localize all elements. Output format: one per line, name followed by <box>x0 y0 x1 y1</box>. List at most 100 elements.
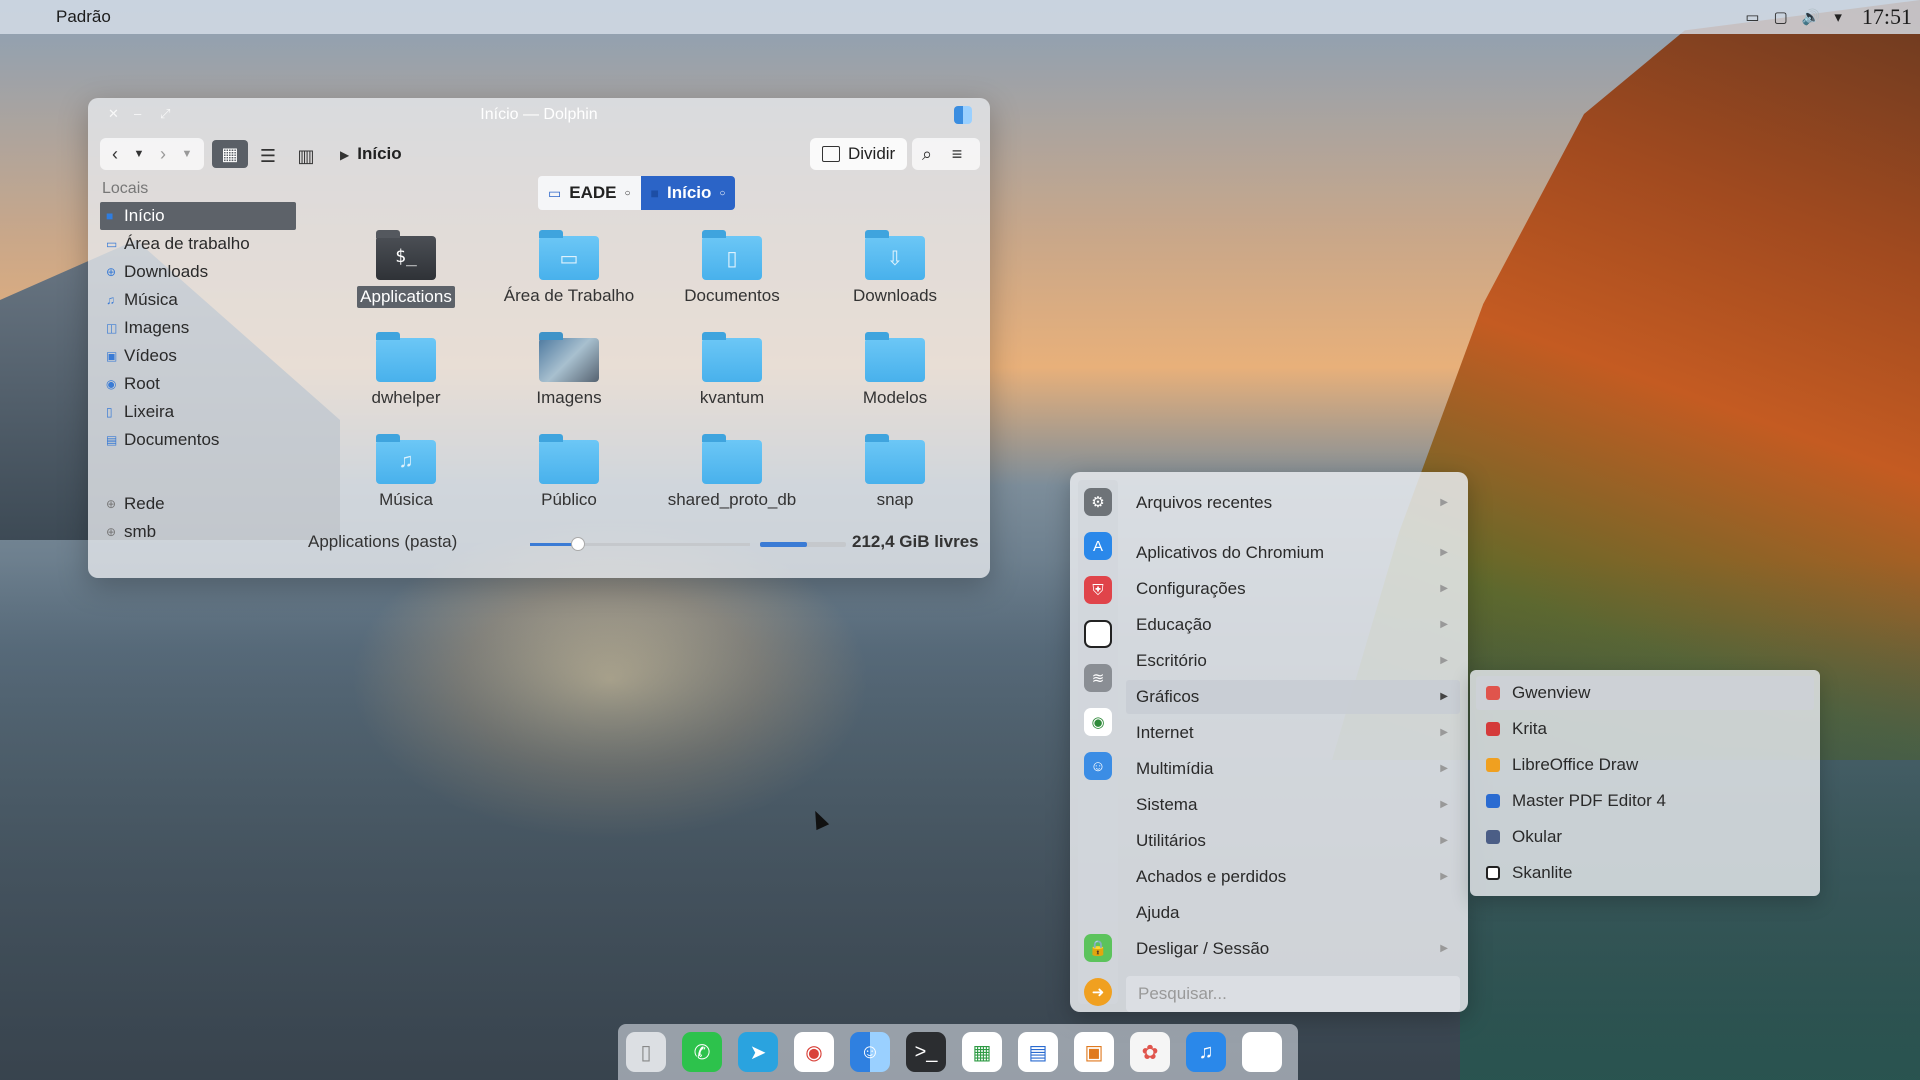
back-history-chevron-icon[interactable]: ▼ <box>130 138 148 170</box>
trash-icon[interactable]: ▯ <box>626 1032 666 1072</box>
breadcrumb[interactable]: ▶ Início <box>340 138 402 170</box>
menu-search-input[interactable]: Pesquisar... <box>1126 976 1460 1012</box>
terminal-folder-icon: $_ <box>376 230 436 280</box>
chevron-right-icon: ▶ <box>1440 655 1448 666</box>
tab-eade[interactable]: ▭ EADE ○ <box>538 176 641 210</box>
desktop-folder-icon: ▭ <box>539 230 599 280</box>
volume-icon[interactable]: 🔊 <box>1802 8 1821 26</box>
writer-icon[interactable]: ▤ <box>1018 1032 1058 1072</box>
file-item-downloads[interactable]: ⇩ Downloads <box>815 226 975 322</box>
breadcrumb-current[interactable]: Início <box>357 144 401 163</box>
menu-item-ajuda[interactable]: Ajuda <box>1126 896 1460 930</box>
sidebar-item-documentos[interactable]: ▤ Documentos <box>100 426 300 454</box>
file-item-dwhelper[interactable]: dwhelper <box>326 328 486 424</box>
sidebar-item-videos[interactable]: ▣ Vídeos <box>100 342 300 370</box>
submenu-item-gwenview[interactable]: Gwenview <box>1476 676 1814 710</box>
finder-icon[interactable]: ☺ <box>850 1032 890 1072</box>
submenu-item-skanlite[interactable]: Skanlite <box>1476 856 1814 890</box>
menu-item-internet[interactable]: Internet ▶ <box>1126 716 1460 750</box>
sidebar-item-imagens[interactable]: ◫ Imagens <box>100 314 300 342</box>
sidebar-item-rede[interactable]: ⊕ Rede <box>100 490 300 518</box>
tab-inicio[interactable]: ■ Início ○ <box>640 176 736 210</box>
document-icon: ▤ <box>106 433 118 447</box>
places-panel: Locais ■ Início ▭ Área de trabalho ⊕ Downlo… <box>100 180 300 546</box>
menu-item-educacao[interactable]: Educação ▶ <box>1126 608 1460 642</box>
arrow-right-icon[interactable]: ➜ <box>1084 978 1112 1006</box>
battery-icon[interactable]: ▭ <box>1745 8 1759 26</box>
split-button[interactable]: Dividir <box>810 138 908 170</box>
active-app-name[interactable]: Padrão <box>56 7 111 27</box>
waveform-icon[interactable]: ≋ <box>1084 664 1112 692</box>
icons-view-icon[interactable]: ▦ <box>212 140 248 168</box>
menu-toggle-icon[interactable]: ≡ <box>942 138 972 170</box>
settings-icon[interactable]: ⚙ <box>1084 488 1112 516</box>
telegram-icon[interactable]: ➤ <box>738 1032 778 1072</box>
music-icon[interactable]: ♫ <box>1186 1032 1226 1072</box>
menu-item-desligar-sessao[interactable]: Desligar / Sessão ▶ <box>1126 932 1460 966</box>
chevron-down-icon[interactable]: ▾ <box>1834 8 1842 26</box>
file-item-documentos[interactable]: ▯ Documentos <box>652 226 812 322</box>
chrome-icon[interactable]: ◉ <box>794 1032 834 1072</box>
back-icon[interactable]: ‹ <box>100 138 130 170</box>
file-item-applications[interactable]: $_ Applications <box>326 226 486 322</box>
submenu-item-master-pdf-editor[interactable]: Master PDF Editor 4 <box>1476 784 1814 818</box>
menu-item-sistema[interactable]: Sistema ▶ <box>1126 788 1460 822</box>
file-item-kvantum[interactable]: kvantum <box>652 328 812 424</box>
shield-icon[interactable]: ⛨ <box>1084 576 1112 604</box>
tab-close-icon[interactable]: ○ <box>624 188 630 199</box>
spreadsheet-icon[interactable]: ▦ <box>962 1032 1002 1072</box>
free-space-bar[interactable] <box>760 542 846 547</box>
submenu-item-krita[interactable]: Krita <box>1476 712 1814 746</box>
forward-icon[interactable]: › <box>148 138 178 170</box>
clock[interactable]: 17:51 <box>1862 4 1912 30</box>
sidebar-item-root[interactable]: ◉ Root <box>100 370 300 398</box>
zoom-slider[interactable] <box>530 537 750 551</box>
chrome-icon[interactable]: ◉ <box>1084 708 1112 736</box>
sidebar-item-downloads[interactable]: ⊕ Downloads <box>100 258 300 286</box>
menu-item-aplicativos-do-chromium[interactable]: Aplicativos do Chromium ▶ <box>1126 536 1460 570</box>
whatsapp-icon[interactable]: ✆ <box>682 1032 722 1072</box>
sidebar-item-smb[interactable]: ⊕ smb <box>100 518 300 546</box>
presentation-icon[interactable]: ▣ <box>1074 1032 1114 1072</box>
file-item-shared-proto-db[interactable]: shared_proto_db <box>652 430 812 526</box>
finder-icon[interactable]: ☺ <box>1084 752 1112 780</box>
menu-item-achados-e-perdidos[interactable]: Achados e perdidos ▶ <box>1126 860 1460 894</box>
menu-item-arquivos-recentes[interactable]: Arquivos recentes ▶ <box>1126 486 1460 520</box>
display-icon[interactable]: ▢ <box>1773 8 1787 26</box>
free-space-label[interactable]: 212,4 GiB livres <box>852 532 979 552</box>
photos-icon[interactable]: ✿ <box>1130 1032 1170 1072</box>
file-item-musica[interactable]: ♫ Música <box>326 430 486 526</box>
menu-item-escritorio[interactable]: Escritório ▶ <box>1126 644 1460 678</box>
app-store-icon[interactable]: A <box>1084 532 1112 560</box>
menu-item-utilitarios[interactable]: Utilitários ▶ <box>1126 824 1460 858</box>
menu-item-configuracoes[interactable]: Configurações ▶ <box>1126 572 1460 606</box>
trash-icon: ▯ <box>106 405 113 419</box>
pictures-folder-icon <box>539 332 599 382</box>
sidebar-item-lixeira[interactable]: ▯ Lixeira <box>100 398 300 426</box>
sidebar-item-area-de-trabalho[interactable]: ▭ Área de trabalho <box>100 230 300 258</box>
folder-icon <box>539 434 599 484</box>
file-item-modelos[interactable]: Modelos <box>815 328 975 424</box>
submenu-item-okular[interactable]: Okular <box>1476 820 1814 854</box>
submenu-item-libreoffice-draw[interactable]: LibreOffice Draw <box>1476 748 1814 782</box>
details-view-icon[interactable]: ☰ <box>250 140 286 172</box>
file-item-snap[interactable]: snap <box>815 430 975 526</box>
menu-item-graficos[interactable]: Gráficos ▶ <box>1126 680 1460 714</box>
menu-item-multimidia[interactable]: Multimídia ▶ <box>1126 752 1460 786</box>
columns-view-icon[interactable]: ▥ <box>288 140 324 172</box>
lock-icon[interactable]: 🔒 <box>1084 934 1112 962</box>
file-item-area-de-trabalho[interactable]: ▭ Área de Trabalho <box>489 226 649 322</box>
status-text: Applications (pasta) <box>308 532 458 551</box>
apple-icon[interactable] <box>1242 1032 1282 1072</box>
file-item-publico[interactable]: Público <box>489 430 649 526</box>
search-icon[interactable]: ⌕ <box>912 138 942 170</box>
tab-close-icon[interactable]: ○ <box>719 188 725 199</box>
zoom-slider-handle[interactable] <box>571 537 586 551</box>
blank-app-icon[interactable] <box>1084 620 1112 648</box>
system-tray: ▭ ▢ 🔊 ▾ 17:51 <box>1745 0 1912 34</box>
file-item-imagens[interactable]: Imagens <box>489 328 649 424</box>
terminal-icon[interactable]: >_ <box>906 1032 946 1072</box>
forward-history-chevron-icon[interactable]: ▼ <box>178 138 196 170</box>
sidebar-item-inicio[interactable]: ■ Início <box>100 202 296 230</box>
sidebar-item-musica[interactable]: ♫ Música <box>100 286 300 314</box>
